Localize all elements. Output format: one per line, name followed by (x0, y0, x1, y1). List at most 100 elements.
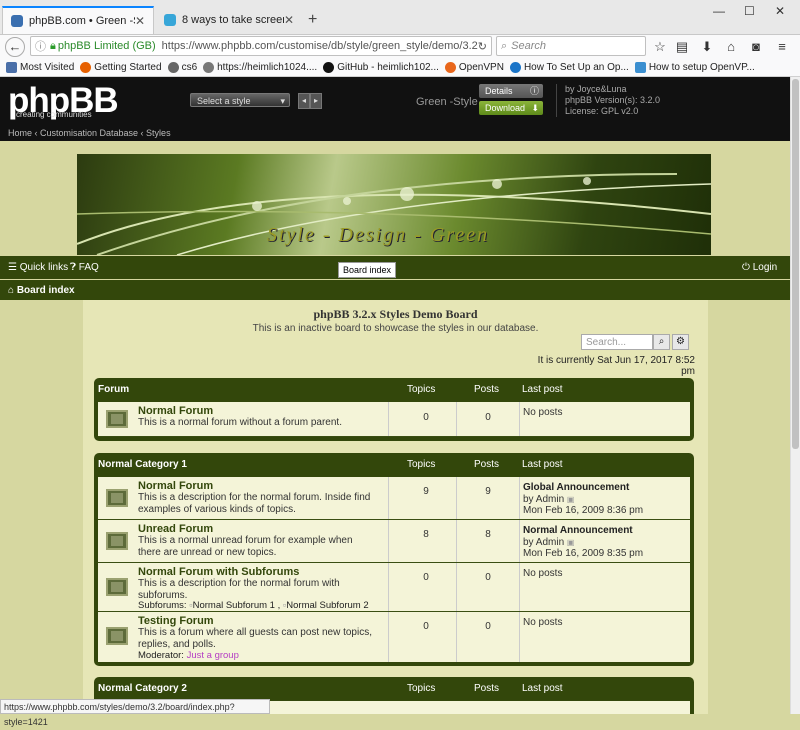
subforum-link[interactable]: Normal Subforum 1 (193, 600, 275, 611)
back-icon[interactable]: ← (5, 37, 25, 57)
forum-row[interactable]: Unread Forum This is a normal unread for… (98, 520, 690, 563)
info-icon: ⓘ (35, 41, 46, 53)
globe-icon (203, 62, 215, 73)
last-post-title[interactable]: Normal Announcement (523, 525, 633, 536)
advanced-search-gear-icon[interactable]: ⚙ (672, 334, 689, 350)
group-title[interactable]: Normal Category 1 (98, 459, 187, 470)
forum-desc: This is a normal forum without a forum p… (138, 417, 342, 428)
bookmark-item[interactable]: How To Set Up an Op... (509, 62, 629, 73)
posts-count: 0 (485, 412, 491, 423)
group-title[interactable]: Normal Category 2 (98, 683, 187, 694)
group-title[interactable]: Forum (98, 384, 129, 395)
tab-phpbb[interactable]: phpBB.com • Green -Style - ✕ (2, 6, 154, 34)
page-scrollbar[interactable] (790, 77, 800, 714)
browser-tab-bar: phpBB.com • Green -Style - ✕ 8 ways to t… (0, 0, 800, 35)
bookmark-item[interactable]: How to setup OpenVP... (634, 62, 755, 73)
minimize-icon[interactable]: — (713, 4, 725, 18)
close-tab-icon[interactable]: ✕ (284, 13, 294, 27)
faq-link[interactable]: ❓︎ FAQ (70, 262, 99, 273)
forum-row[interactable]: Normal Forum This is a description for t… (98, 477, 690, 520)
download-button[interactable]: Download ⬇ (479, 101, 543, 115)
bookmark-item[interactable]: cs6 (167, 62, 197, 73)
prev-style-button[interactable]: ◂ (298, 93, 310, 109)
close-window-icon[interactable]: ✕ (775, 4, 785, 18)
search-button[interactable]: ⌕ (653, 334, 670, 350)
search-placeholder: Search (511, 40, 547, 52)
view-latest-icon[interactable]: ▣ (567, 495, 575, 504)
current-time: It is currently Sat Jun 17, 2017 8:52 pm (537, 355, 695, 377)
forum-title[interactable]: Unread Forum (138, 523, 213, 535)
quick-links-button[interactable]: ☰ Quick links (8, 262, 68, 273)
new-tab-icon[interactable]: + (308, 11, 317, 29)
digitalocean-icon (509, 62, 521, 73)
bookmark-item[interactable]: https://heimlich1024.... (203, 62, 317, 73)
bookmark-item[interactable]: GitHub - heimlich102... (323, 62, 439, 73)
forum-title[interactable]: Normal Forum (138, 480, 213, 492)
bookmark-star-icon[interactable]: ☆ (650, 37, 670, 57)
maximize-icon[interactable]: ☐ (744, 4, 755, 18)
forum-desc: This is a description for the normal for… (138, 578, 340, 601)
forum-row[interactable]: Normal Forum This is a normal forum with… (98, 402, 690, 437)
details-button[interactable]: Details ⓘ (479, 84, 543, 98)
close-tab-icon[interactable]: ✕ (135, 14, 145, 28)
browser-search[interactable]: ⌕ Search (496, 36, 646, 56)
folder-icon (6, 62, 17, 73)
last-post: No posts (523, 407, 563, 418)
reload-icon[interactable]: ↻ (478, 40, 487, 53)
forum-title[interactable]: Normal Forum with Subforums (138, 566, 299, 578)
forum-desc: This is a forum where all guests can pos… (138, 627, 372, 650)
last-post-title[interactable]: Global Announcement (523, 482, 629, 493)
style-meta: by Joyce&Luna phpBB Version(s): 3.2.0 Li… (556, 84, 660, 117)
forum-row[interactable]: Normal Forum with Subforums This is a de… (98, 563, 690, 612)
forum-title[interactable]: Normal Forum (138, 405, 213, 417)
last-post: Global Announcement by Admin ▣ Mon Feb 1… (523, 482, 643, 517)
subforums-label: Subforums: (138, 600, 187, 611)
bookmarks-bar: Most Visited Getting Started cs6 https:/… (0, 59, 800, 77)
tooltip: Board index (338, 262, 397, 278)
hamburger-icon: ☰ (8, 262, 20, 273)
last-post-date: Mon Feb 16, 2009 8:35 pm (523, 548, 644, 559)
col-topics: Topics (407, 683, 436, 694)
scrollbar-thumb[interactable] (792, 79, 799, 449)
logo-tagline: creating communities (16, 110, 92, 119)
col-posts: Posts (474, 384, 500, 395)
login-link[interactable]: ⏻ Login (742, 262, 777, 273)
col-last-post: Last post (522, 683, 563, 694)
question-icon: ❓︎ (70, 262, 79, 273)
last-post: No posts (523, 617, 563, 628)
reading-list-icon[interactable]: ▤ (672, 37, 692, 57)
tab-label: phpBB.com • Green -Style - (29, 15, 135, 27)
subforum-link[interactable]: Normal Subforum 2 (286, 600, 368, 611)
forum-desc: This is a normal unread forum for exampl… (138, 535, 353, 558)
forum-title[interactable]: Testing Forum (138, 615, 214, 627)
forum-row[interactable]: Testing Forum This is a forum where all … (98, 612, 690, 662)
group-header: Forum Topics Posts Last post (94, 378, 694, 400)
download-icon[interactable]: ⬇ (697, 37, 717, 57)
last-post-author[interactable]: by Admin (523, 494, 564, 505)
banner-text: Style - Design - Green (267, 224, 490, 246)
forum-search-input[interactable]: Search... (581, 334, 653, 350)
bookmark-item[interactable]: Getting Started (80, 62, 162, 73)
github-icon (323, 62, 335, 73)
last-post-author[interactable]: by Admin (523, 537, 564, 548)
url-bar[interactable]: ⓘ 🔒︎ phpBB Limited (GB) https://www.phpb… (30, 36, 492, 56)
view-latest-icon[interactable]: ▣ (567, 538, 575, 547)
forum-content: phpBB 3.2.x Styles Demo Board This is an… (83, 300, 708, 714)
col-topics: Topics (407, 459, 436, 470)
breadcrumb[interactable]: Home ‹ Customisation Database ‹ Styles (8, 128, 171, 138)
home-icon[interactable]: ⌂ (721, 37, 741, 57)
bookmark-item[interactable]: Most Visited (6, 62, 74, 73)
style-select[interactable]: Select a style ▾ (190, 93, 290, 107)
last-post-date: Mon Feb 16, 2009 8:36 pm (523, 505, 644, 516)
board-index-link[interactable]: ⌂ Board index (8, 285, 75, 296)
bookmark-item[interactable]: OpenVPN (444, 62, 504, 73)
menu-icon[interactable]: ≡ (772, 37, 792, 57)
forum-unread-icon (106, 532, 128, 550)
style-name: Green -Style (416, 96, 478, 108)
pocket-icon[interactable]: ◙ (746, 37, 766, 57)
posts-count: 0 (485, 572, 491, 583)
next-style-button[interactable]: ▸ (310, 93, 322, 109)
tab-screenshots[interactable]: 8 ways to take screenshots i ✕ (156, 6, 302, 34)
phpbb-favicon-icon (11, 15, 23, 27)
moderator-link[interactable]: Just a group (187, 650, 239, 661)
